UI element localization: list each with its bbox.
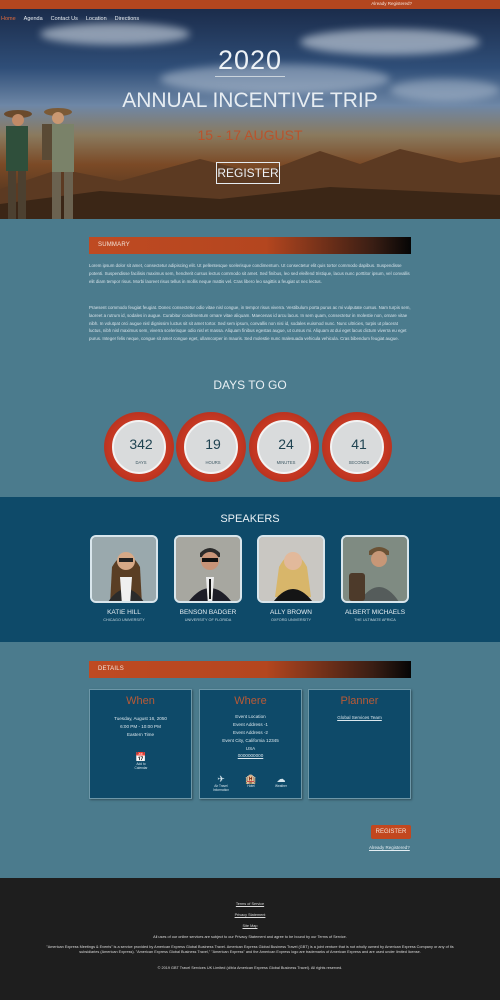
- countdown-hours: 19 HOURS: [176, 412, 246, 482]
- countdown-title: DAYS TO GO: [213, 378, 287, 392]
- add-calendar-label: Add to Calendar: [134, 762, 148, 770]
- where-phone[interactable]: 0000000000: [200, 753, 301, 758]
- nav-home[interactable]: Home: [0, 16, 17, 22]
- hero-divider: [215, 76, 285, 77]
- speaker-photo: [257, 535, 325, 603]
- hotel-link[interactable]: 🏨 Hotel: [238, 774, 264, 788]
- summary-paragraph-1: Lorem ipsum dolor sit amet, consectetur …: [89, 263, 410, 284]
- hotel-icon: 🏨: [245, 774, 257, 784]
- weather-label: Weather: [275, 784, 287, 788]
- already-registered-link[interactable]: Already Registered?: [371, 1, 412, 6]
- countdown-days: 342 DAYS: [104, 412, 174, 482]
- where-city: Event City, California 12345: [222, 738, 279, 743]
- footer-notice: All uses of our online services are subj…: [153, 935, 347, 939]
- footer-disclaimer: "American Express Meetings & Events" is …: [46, 945, 454, 955]
- top-strip: Already Registered?: [0, 0, 500, 9]
- speaker-name: ALBERT MICHAELS: [344, 609, 406, 616]
- where-card: Where Event Location Event Address -1 Ev…: [199, 689, 302, 799]
- countdown-label: DAYS: [135, 460, 147, 465]
- when-date: Tuesday, August 16, 2050: [114, 716, 167, 721]
- countdown-label: SECONDS: [348, 460, 370, 465]
- speaker-name: ALLY BROWN: [269, 609, 313, 616]
- countdown-inner: 41 SECONDS: [330, 420, 384, 474]
- calendar-icon: 📅: [135, 752, 147, 762]
- speaker-portrait: [92, 537, 156, 601]
- countdown-inner: 24 MINUTES: [257, 420, 311, 474]
- speaker-org: THE ULTIMATE AFRICA: [354, 618, 396, 622]
- sitemap-link[interactable]: Site Map: [0, 924, 500, 928]
- weather-icon: ☁: [276, 774, 286, 784]
- hero-register-button[interactable]: REGISTER: [216, 162, 280, 184]
- air-travel-label: Air Travel Information: [213, 784, 229, 792]
- plane-icon: ✈: [217, 774, 225, 784]
- countdown-inner: 342 DAYS: [112, 420, 166, 474]
- where-heading: Where: [234, 695, 267, 707]
- hero-banner: Home Agenda Contact Us Location Directio…: [0, 9, 500, 219]
- speaker-photo: [341, 535, 409, 603]
- countdown-label: HOURS: [205, 460, 221, 465]
- speakers-section: SPEAKERS KATIE HILL CHICAGO UNIVERSITY B…: [0, 497, 500, 642]
- speaker-card[interactable]: ALLY BROWN OXFORD UNIVERSITY: [257, 535, 325, 622]
- hotel-label: Hotel: [247, 784, 255, 788]
- speaker-name: BENSON BADGER: [179, 609, 237, 616]
- when-timezone: Eastern Time: [126, 732, 155, 737]
- planner-contact-link[interactable]: Global Services Team: [309, 715, 410, 720]
- speaker-card[interactable]: ALBERT MICHAELS THE ULTIMATE AFRICA: [341, 535, 409, 622]
- when-card: When Tuesday, August 16, 2050 6:00 PM - …: [89, 689, 192, 799]
- speaker-card[interactable]: KATIE HILL CHICAGO UNIVERSITY: [90, 535, 158, 622]
- privacy-link[interactable]: Privacy Statement: [0, 913, 500, 917]
- nav-contact-us[interactable]: Contact Us: [50, 16, 79, 22]
- already-registered-link-bottom[interactable]: Already Registered?: [369, 845, 410, 850]
- countdown-seconds: 41 SECONDS: [322, 412, 392, 482]
- countdown-inner: 19 HOURS: [184, 420, 238, 474]
- speaker-portrait: [259, 537, 323, 601]
- hikers-photo: [4, 108, 74, 219]
- when-heading: When: [126, 695, 155, 707]
- footer: Terms of Service Privacy Statement Site …: [0, 878, 500, 1000]
- weather-link[interactable]: ☁ Weather: [268, 774, 294, 788]
- add-calendar[interactable]: 📅 Add to Calendar: [130, 752, 152, 770]
- terms-link[interactable]: Terms of Service: [0, 902, 500, 906]
- main-nav: Home Agenda Contact Us Location Directio…: [0, 16, 140, 22]
- when-time: 6:00 PM - 10:00 PM: [120, 724, 161, 729]
- nav-directions[interactable]: Directions: [114, 16, 140, 22]
- speaker-portrait: [176, 537, 240, 601]
- speaker-photo: [174, 535, 242, 603]
- details-title: DETAILS: [98, 666, 124, 672]
- hero-year: 2020: [217, 45, 283, 75]
- hero-dates: 15 - 17 AUGUST: [197, 127, 303, 143]
- planner-card: Planner Global Services Team: [308, 689, 411, 799]
- countdown-value: 24: [278, 436, 294, 452]
- where-country: USA: [245, 746, 256, 751]
- where-address-1: Event Address -1: [233, 722, 268, 727]
- nav-location[interactable]: Location: [85, 16, 108, 22]
- speaker-card[interactable]: BENSON BADGER UNIVERSITY OF FLORIDA: [174, 535, 242, 622]
- air-travel-link[interactable]: ✈ Air Travel Information: [208, 774, 234, 792]
- where-address-2: Event Address -2: [233, 730, 268, 735]
- speakers-title: SPEAKERS: [220, 513, 280, 525]
- speaker-portrait: [343, 537, 407, 601]
- where-location: Event Location: [235, 714, 266, 719]
- countdown-value: 342: [129, 436, 153, 452]
- nav-agenda[interactable]: Agenda: [23, 16, 44, 22]
- planner-heading: Planner: [340, 695, 379, 707]
- speaker-name: KATIE HILL: [107, 609, 141, 616]
- cloud: [40, 23, 190, 45]
- speaker-photo: [90, 535, 158, 603]
- speaker-org: CHICAGO UNIVERSITY: [103, 618, 145, 622]
- summary-header: SUMMARY: [89, 237, 411, 254]
- countdown-value: 19: [205, 436, 221, 452]
- details-header: DETAILS: [89, 661, 411, 678]
- countdown-value: 41: [351, 436, 367, 452]
- countdown-label: MINUTES: [276, 460, 296, 465]
- speaker-org: UNIVERSITY OF FLORIDA: [184, 618, 232, 622]
- countdown-minutes: 24 MINUTES: [249, 412, 319, 482]
- speaker-org: OXFORD UNIVERSITY: [270, 618, 312, 622]
- hero-title: ANNUAL INCENTIVE TRIP: [122, 89, 378, 112]
- summary-title: SUMMARY: [98, 242, 130, 248]
- summary-paragraph-2: Praesent commodo feugiat feugiat. Donec …: [89, 305, 411, 342]
- footer-copyright: © 2019 GBT Travel Services UK Limited (d…: [157, 966, 343, 970]
- register-button[interactable]: REGISTER: [371, 825, 411, 839]
